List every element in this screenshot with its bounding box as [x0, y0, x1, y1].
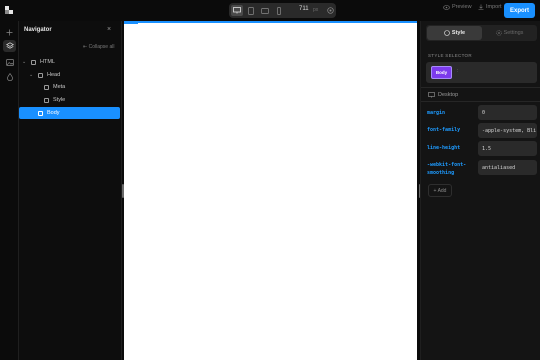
layers-icon — [5, 42, 14, 49]
navigator-title: Navigator — [24, 27, 52, 33]
close-icon[interactable]: × — [107, 26, 111, 33]
import-icon — [478, 4, 484, 10]
assets-button[interactable] — [3, 56, 16, 68]
tablet-landscape-button[interactable] — [259, 5, 271, 16]
tab-style[interactable]: Style — [427, 26, 482, 40]
tablet-landscape-icon — [261, 7, 269, 14]
tablet-icon — [248, 6, 254, 15]
tab-label: Settings — [503, 30, 524, 36]
style-panel: Style Settings STYLE SELECTOR Body : Des… — [420, 21, 540, 360]
eye-icon — [443, 4, 450, 10]
tree-item-label: HTML — [40, 59, 55, 65]
drop-icon — [6, 73, 13, 81]
chevron-down-icon[interactable]: ⌄ — [29, 72, 33, 78]
canvas-area — [122, 21, 421, 360]
monitor-icon — [233, 7, 241, 14]
collapse-all-button[interactable]: ⇤ Collapse all — [83, 44, 114, 50]
image-icon — [5, 58, 14, 66]
tree-item-label: Body — [47, 110, 60, 116]
element-icon — [44, 97, 49, 103]
panel-tabs: Style Settings — [426, 25, 537, 41]
desktop-device-button[interactable] — [231, 5, 243, 16]
viewport-width[interactable]: 711 — [299, 6, 309, 12]
tab-settings[interactable]: Settings — [482, 26, 537, 40]
top-bar: 711 px Preview Import Export — [0, 0, 540, 21]
style-selector-label: STYLE SELECTOR — [428, 53, 472, 58]
add-property-button[interactable]: + Add — [428, 184, 452, 197]
element-icon — [31, 59, 36, 65]
property-value[interactable]: -apple-system, Bli — [478, 123, 537, 138]
import-label: Import — [486, 4, 502, 10]
phone-icon — [277, 6, 281, 15]
element-icon — [38, 72, 43, 78]
tree-item-meta[interactable]: Meta — [19, 81, 120, 93]
device-label: Desktop — [438, 92, 459, 98]
selector-chip[interactable]: Body — [431, 66, 452, 79]
tree-item-label: Head — [47, 72, 61, 78]
app-logo-icon — [5, 6, 14, 15]
element-icon — [44, 84, 49, 90]
divider — [421, 87, 540, 88]
import-button[interactable]: Import — [478, 4, 502, 10]
plus-icon — [6, 29, 13, 35]
tab-label: Style — [451, 30, 466, 36]
property-name[interactable]: margin — [427, 109, 445, 117]
preview-label: Preview — [452, 4, 472, 10]
style-selector[interactable]: Body : — [426, 62, 537, 83]
mobile-device-button[interactable] — [273, 5, 285, 16]
navigator-button[interactable] — [3, 40, 16, 52]
viewport-unit: px — [313, 6, 319, 13]
tool-rail — [0, 21, 19, 360]
property-name[interactable]: line-height — [427, 144, 460, 152]
navigator-panel: Navigator × ⇤ Collapse all ⌄ HTML ⌄ Head… — [19, 21, 122, 360]
divider — [421, 101, 540, 102]
property-name[interactable]: font-family — [427, 126, 460, 134]
breakpoint-row[interactable]: Desktop — [428, 92, 458, 98]
state-selector[interactable]: : — [457, 68, 458, 74]
tree-item-label: Style — [53, 97, 66, 103]
tree-item-head[interactable]: ⌄ Head — [19, 69, 120, 81]
app-window: 711 px Preview Import Export Navigator ×… — [0, 0, 540, 360]
property-value[interactable]: antialiased — [478, 160, 537, 175]
export-button[interactable]: Export — [504, 3, 535, 18]
collapse-all-label: Collapse all — [88, 44, 115, 50]
zoom-button[interactable] — [324, 5, 336, 16]
tree-item-body[interactable]: Body — [19, 107, 120, 119]
chevron-down-icon[interactable]: ⌄ — [22, 59, 26, 65]
page-canvas[interactable] — [124, 21, 417, 360]
property-value[interactable]: 0 — [478, 105, 537, 120]
property-name[interactable]: -webkit-font-smoothing — [427, 161, 475, 177]
tree-item-html[interactable]: ⌄ HTML — [19, 56, 120, 68]
element-icon — [38, 110, 43, 116]
preview-button[interactable]: Preview — [443, 4, 472, 10]
palette-icon — [444, 30, 450, 36]
styles-button[interactable] — [3, 71, 16, 83]
tablet-device-button[interactable] — [245, 5, 257, 16]
add-element-button[interactable] — [3, 26, 16, 38]
tree-item-label: Meta — [53, 84, 66, 90]
monitor-icon — [428, 92, 435, 98]
selection-indicator — [124, 21, 138, 24]
gear-icon — [495, 30, 502, 36]
property-value[interactable]: 1.5 — [478, 141, 537, 156]
tree-item-style[interactable]: Style — [19, 94, 120, 106]
settings-circle-icon — [326, 7, 334, 14]
device-switcher: 711 px — [229, 3, 336, 18]
